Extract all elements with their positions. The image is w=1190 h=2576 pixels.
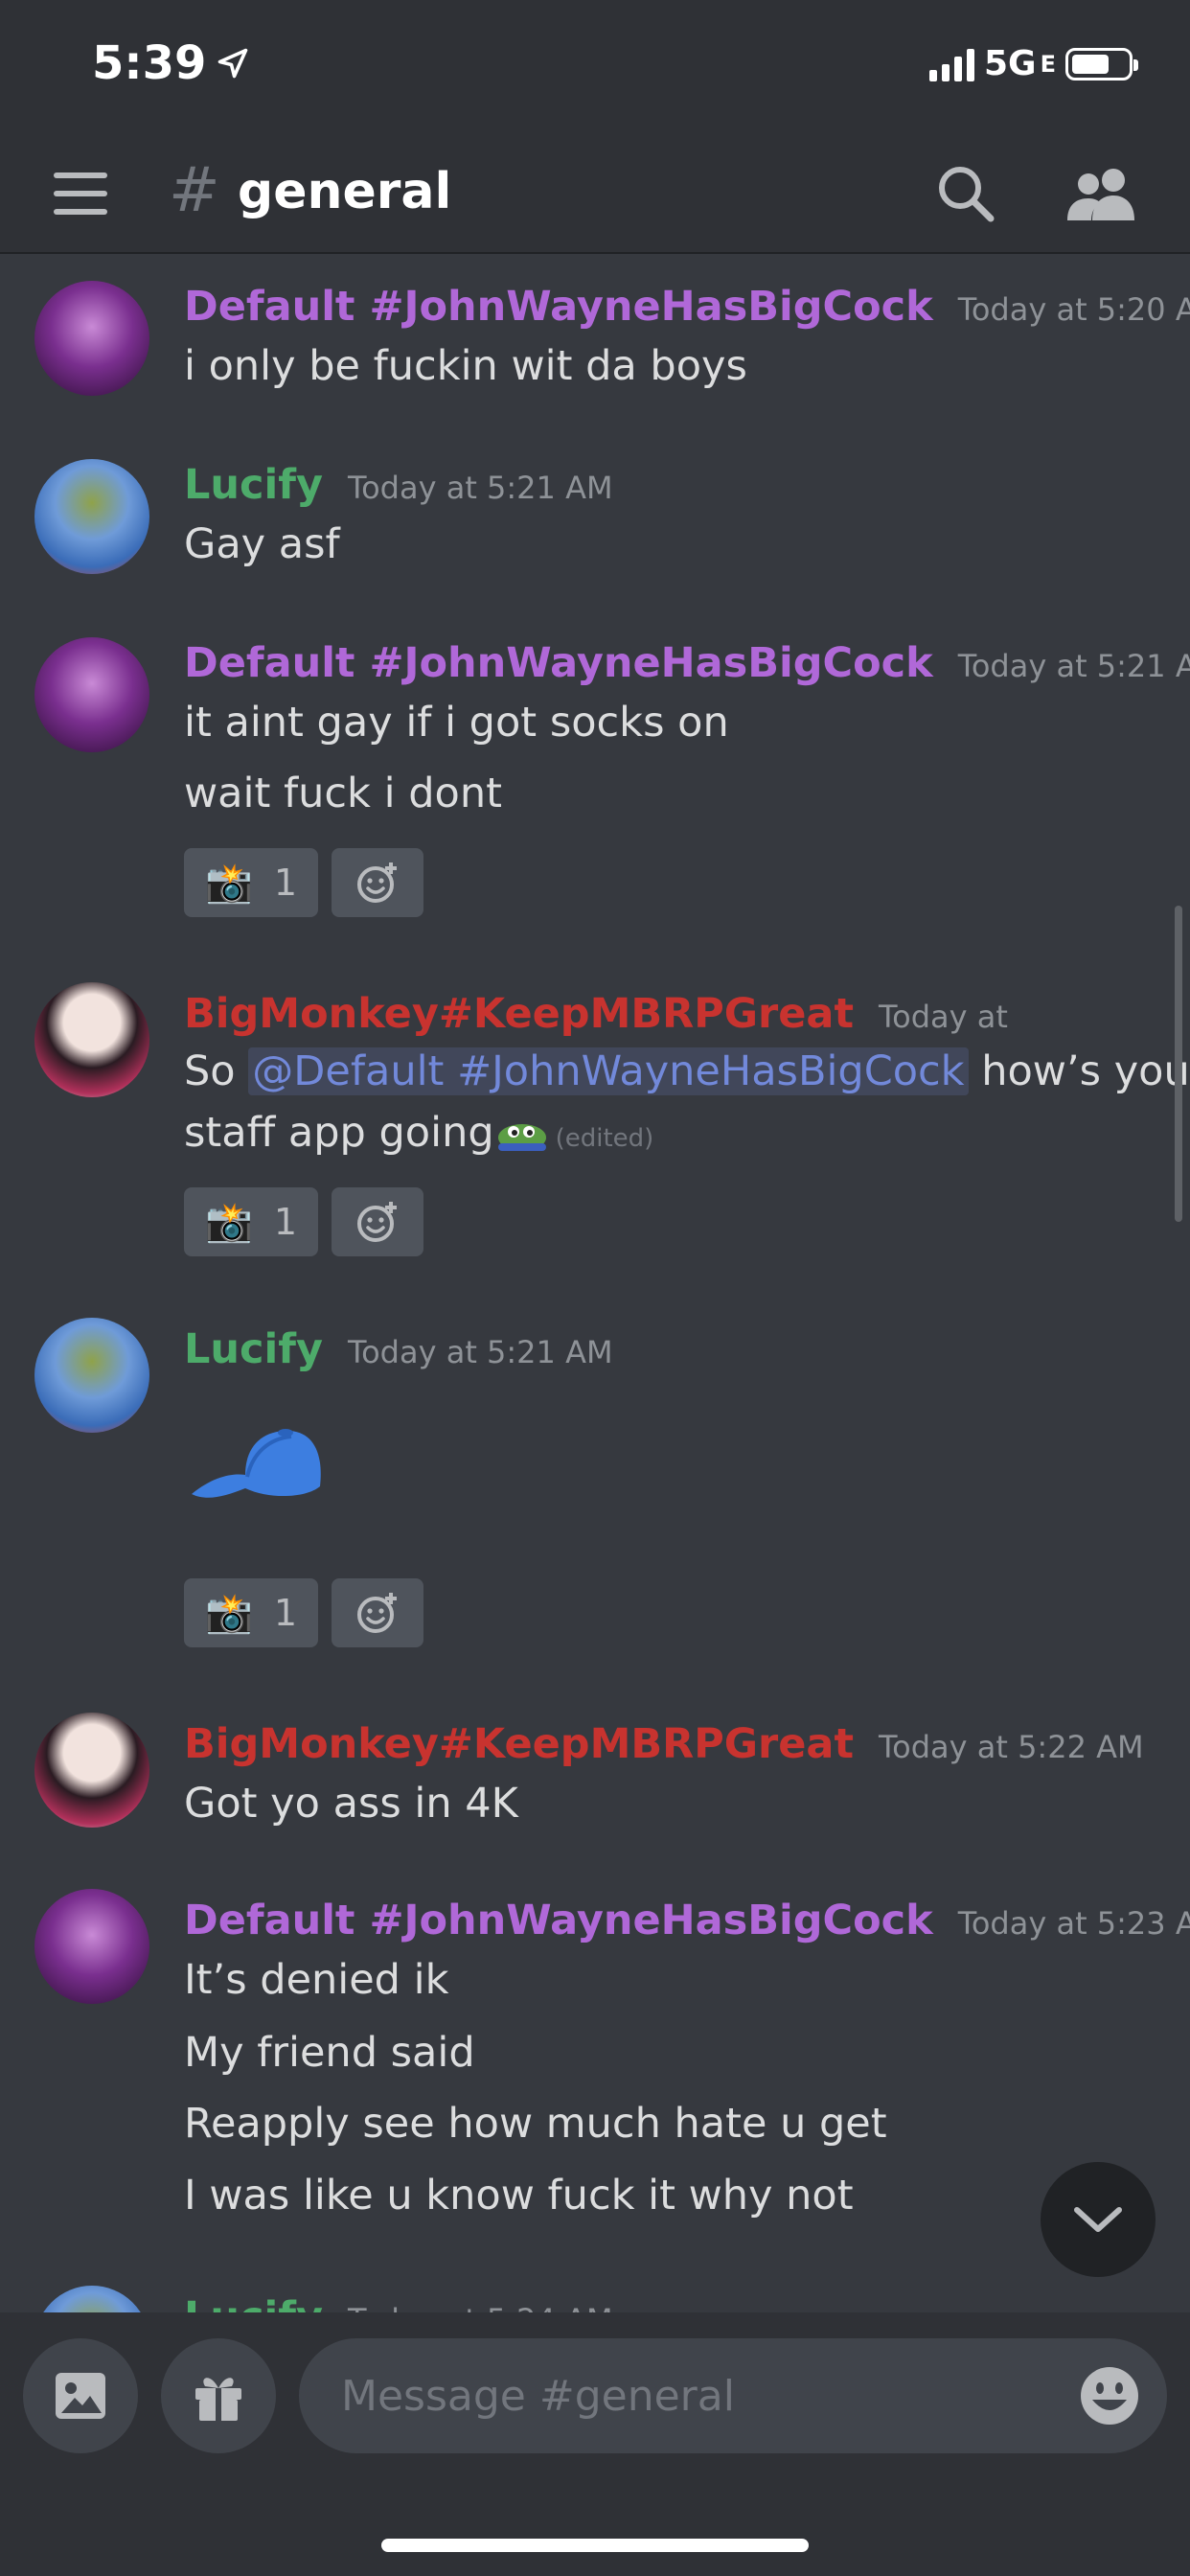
status-icons: 5G E (928, 44, 1138, 83)
reaction-count: 1 (273, 1592, 297, 1634)
message-text: It’s denied ik (184, 1956, 449, 2004)
gift-button[interactable] (161, 2338, 276, 2453)
timestamp: Today at 5:21 AM (347, 470, 613, 506)
message-text: staff app going (184, 1109, 494, 1157)
clock: 5:39 (92, 36, 250, 90)
chevron-down-icon (1074, 2207, 1122, 2232)
location-arrow-icon (218, 48, 248, 79)
scrollbar[interactable] (1175, 906, 1182, 1222)
message-text: So (184, 1047, 236, 1095)
avatar[interactable] (34, 1318, 149, 1433)
username[interactable]: Default #JohnWayneHasBigCock (184, 283, 933, 331)
message-text: wait fuck i dont (184, 770, 502, 817)
signal-icon (928, 47, 974, 81)
timestamp: Today at 5:20 AM (957, 291, 1190, 328)
add-reaction-button[interactable] (332, 1578, 423, 1647)
timestamp: Today at (879, 999, 1008, 1035)
reaction-bar: 📸 1 (184, 848, 423, 917)
message-text: Reapply see how much hate u get (184, 2100, 887, 2148)
message-text: it aint gay if i got socks on (184, 699, 729, 747)
message-text: Got yo ass in 4K (184, 1780, 518, 1828)
reaction-count: 1 (273, 862, 297, 904)
user-mention[interactable]: @Default #JohnWayneHasBigCock (248, 1047, 969, 1095)
status-bar: 5:39 5G E (0, 0, 1190, 134)
add-reaction-button[interactable] (332, 848, 423, 917)
avatar[interactable] (34, 2286, 149, 2312)
gift-icon (195, 2378, 241, 2421)
reaction-emoji: 📸 (205, 1591, 253, 1636)
network-label: 5G (983, 44, 1037, 83)
message-input-wrapper (299, 2338, 1167, 2453)
cap-emoji-icon (192, 1429, 321, 1498)
image-upload-button[interactable] (23, 2338, 138, 2453)
username[interactable]: Default #JohnWayneHasBigCock (184, 1897, 933, 1944)
avatar[interactable] (34, 281, 149, 396)
search-icon[interactable] (935, 163, 996, 224)
add-reaction-icon (357, 1593, 397, 1633)
reaction-emoji: 📸 (205, 1200, 253, 1245)
time-text: 5:39 (92, 36, 207, 90)
add-reaction-icon (357, 1202, 397, 1242)
timestamp: Today at 5:21 AM (347, 1334, 613, 1370)
username[interactable]: Lucify (184, 1325, 323, 1373)
avatar[interactable] (34, 1889, 149, 2004)
emoji-icon[interactable] (1079, 2365, 1140, 2426)
channel-header: # general (0, 134, 1190, 254)
avatar[interactable] (34, 637, 149, 752)
hamburger-icon[interactable] (54, 172, 107, 215)
channel-name: general (238, 163, 452, 220)
members-icon[interactable] (1065, 163, 1138, 224)
message-text: I was like u know fuck it why not (184, 2172, 854, 2220)
message-input[interactable] (339, 2370, 1071, 2422)
message-text: Gay asf (184, 520, 340, 568)
hash-icon: # (169, 155, 220, 226)
home-indicator[interactable] (381, 2539, 809, 2552)
edited-label: (edited) (555, 1124, 654, 1153)
reaction-count: 1 (273, 1201, 297, 1243)
message-list[interactable]: Default #JohnWayneHasBigCock Today at 5:2… (0, 254, 1190, 2312)
avatar[interactable] (34, 459, 149, 574)
message-text: how’s your (981, 1047, 1190, 1095)
network-suffix: E (1040, 50, 1056, 78)
timestamp: Today at 5:22 AM (879, 1729, 1144, 1765)
reaction-chip[interactable]: 📸 1 (184, 1578, 318, 1647)
timestamp: Today at 5:23 AM (957, 1905, 1190, 1942)
username[interactable]: BigMonkey#KeepMBRPGreat (184, 990, 854, 1038)
battery-icon (1065, 47, 1138, 80)
add-reaction-button[interactable] (332, 1187, 423, 1256)
reaction-bar: 📸 1 (184, 1578, 423, 1647)
username[interactable]: BigMonkey#KeepMBRPGreat (184, 1720, 854, 1768)
username[interactable]: Lucify (184, 2293, 323, 2312)
username[interactable]: Lucify (184, 461, 323, 509)
image-icon (56, 2373, 105, 2419)
reaction-emoji: 📸 (205, 861, 253, 906)
message-composer (0, 2312, 1190, 2576)
pepe-emoji-icon (497, 1123, 546, 1151)
reaction-chip[interactable]: 📸 1 (184, 848, 318, 917)
username[interactable]: Default #JohnWayneHasBigCock (184, 639, 933, 687)
jump-to-present-button[interactable] (1041, 2162, 1156, 2277)
reaction-chip[interactable]: 📸 1 (184, 1187, 318, 1256)
timestamp: Today at 5:24 AM (348, 2302, 613, 2312)
message-text: i only be fuckin wit da boys (184, 342, 747, 390)
message-text: My friend said (184, 2029, 475, 2077)
add-reaction-icon (357, 862, 397, 903)
timestamp: Today at 5:21 AM (957, 648, 1190, 684)
reaction-bar: 📸 1 (184, 1187, 423, 1256)
avatar[interactable] (34, 1713, 149, 1828)
avatar[interactable] (34, 982, 149, 1097)
